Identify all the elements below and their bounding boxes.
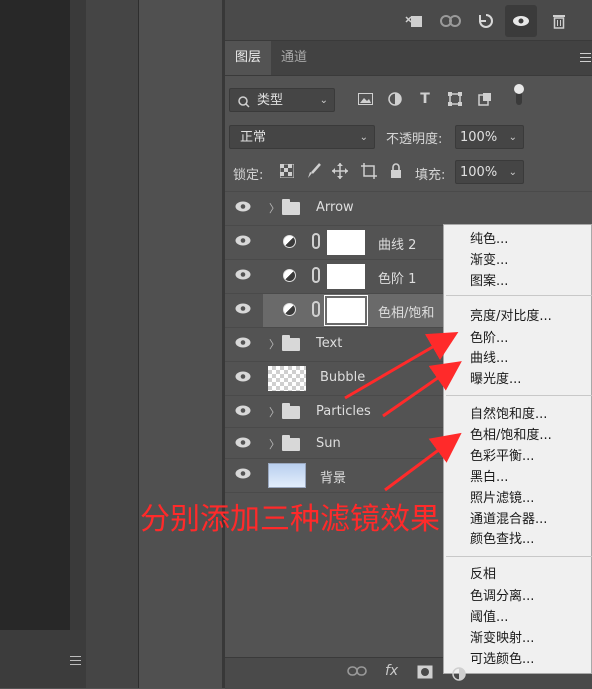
annotation-text: 分别添加三种滤镜效果 (140, 502, 440, 537)
annotation-arrows (344, 331, 462, 492)
